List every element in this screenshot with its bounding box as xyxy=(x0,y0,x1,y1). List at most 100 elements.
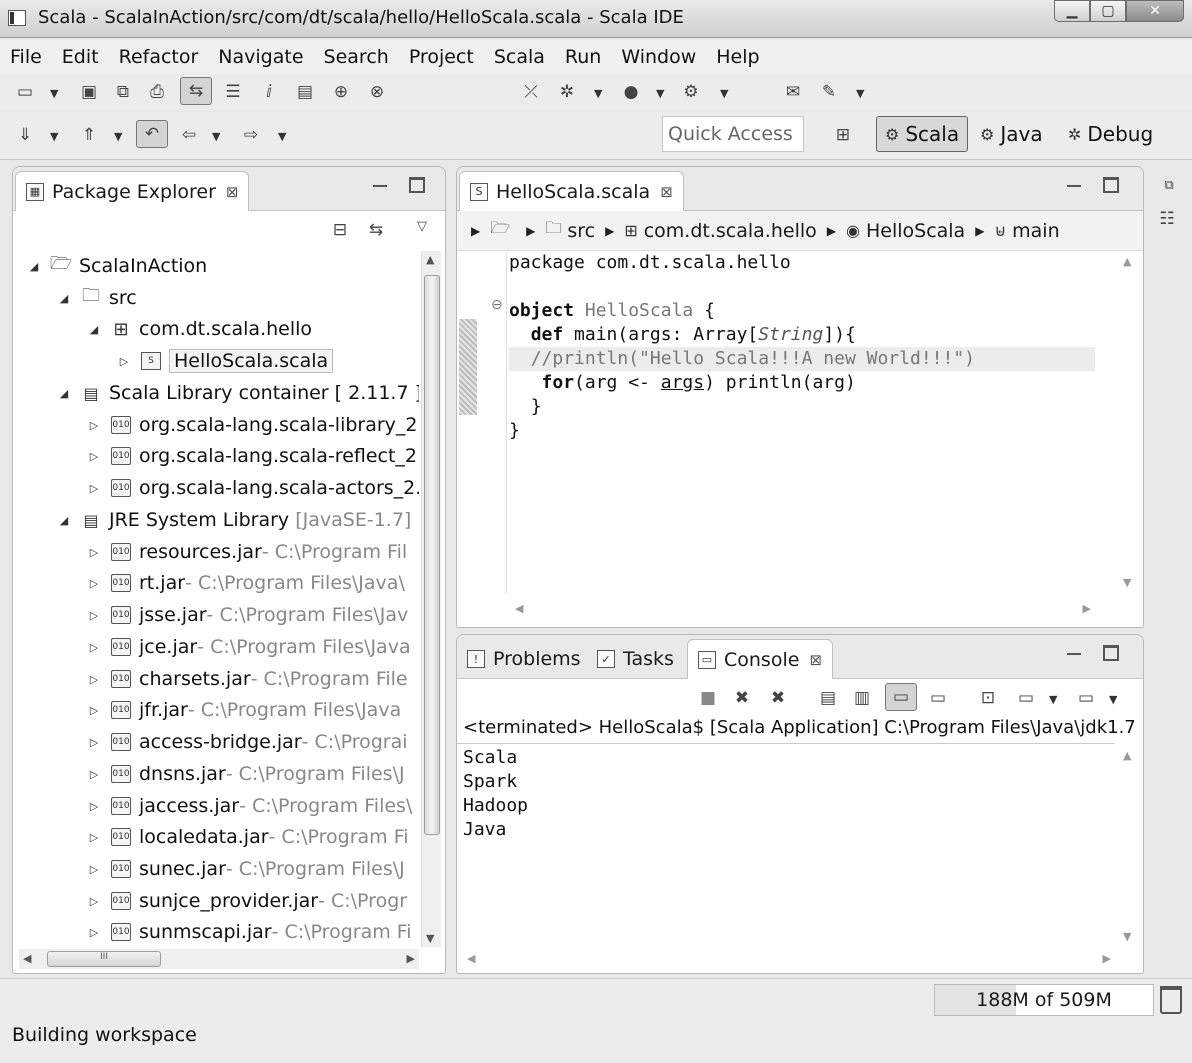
menu-edit[interactable]: Edit xyxy=(62,46,99,68)
search-dropdown-icon[interactable]: ▼ xyxy=(856,87,864,100)
back-dropdown-icon[interactable]: ▼ xyxy=(212,130,220,143)
tree-project[interactable]: ◢ 🗁 ScalaInAction xyxy=(27,251,207,281)
debug-icon[interactable]: ✲ xyxy=(556,81,578,103)
perspective-scala[interactable]: ⚙ Scala xyxy=(876,116,969,152)
collapsed-triangle-icon[interactable]: ▷ xyxy=(87,546,101,559)
last-edit-location-icon[interactable]: ↶ xyxy=(136,120,168,148)
forward-icon[interactable]: ⇨ xyxy=(240,124,262,146)
collapsed-triangle-icon[interactable]: ▷ xyxy=(87,895,101,908)
scroll-lock-icon[interactable]: ▥ xyxy=(851,687,873,709)
tree-jar[interactable]: ▷ 010 dnsns.jar - C:\Program Files\J xyxy=(87,759,405,789)
scroll-down-icon[interactable]: ▼ xyxy=(1123,576,1131,589)
close-button[interactable]: ✕ xyxy=(1126,0,1184,22)
expanded-triangle-icon[interactable]: ◢ xyxy=(57,387,71,400)
close-tab-icon[interactable]: ⊠ xyxy=(660,183,673,201)
run-icon[interactable]: ● xyxy=(620,81,642,103)
display-console-icon[interactable]: ▭ xyxy=(1015,687,1037,709)
tree-vertical-scrollbar[interactable]: ▲ ▼ xyxy=(421,251,441,947)
outline-icon[interactable]: ☷ xyxy=(1156,208,1178,230)
collapsed-triangle-icon[interactable]: ▷ xyxy=(87,482,101,495)
tree-jar[interactable]: ▷ 010 access-bridge.jar - C:\Prograi xyxy=(87,727,408,757)
scroll-right-icon[interactable]: ▶ xyxy=(1083,602,1091,615)
tree-scala-library[interactable]: ◢ ▤ Scala Library container [ 2.11.7 ] xyxy=(57,378,419,408)
display-console-dropdown-icon[interactable]: ▼ xyxy=(1049,693,1057,706)
breadcrumb-object[interactable]: HelloScala xyxy=(866,220,965,242)
toggle-breadcrumb-icon[interactable]: ☰ xyxy=(222,81,244,103)
console-output[interactable]: Scala Spark Hadoop Java xyxy=(457,743,1115,947)
collapsed-triangle-icon[interactable]: ▷ xyxy=(87,641,101,654)
tree-jar[interactable]: ▷ 010 jsse.jar - C:\Program Files\Jav xyxy=(87,600,409,630)
scroll-down-icon[interactable]: ▼ xyxy=(1123,930,1131,943)
show-on-stderr-icon[interactable]: ▭ xyxy=(927,687,949,709)
tree-jar[interactable]: ▷ 010 charsets.jar - C:\Program File xyxy=(87,664,408,694)
tree-jar[interactable]: ▷ 010 sunjce_provider.jar - C:\Progr xyxy=(87,886,407,916)
scroll-right-icon[interactable]: ▶ xyxy=(407,952,415,965)
tab-console[interactable]: ▭ Console ⊠ xyxy=(687,639,834,679)
expanded-triangle-icon[interactable]: ◢ xyxy=(27,260,41,273)
open-perspective-icon[interactable]: ⊞ xyxy=(832,124,854,146)
tree-package[interactable]: ◢ ⊞ com.dt.scala.hello xyxy=(87,314,312,344)
collapsed-triangle-icon[interactable]: ▷ xyxy=(87,704,101,717)
new-dropdown-icon[interactable]: ▼ xyxy=(50,87,58,100)
editor-vertical-scrollbar[interactable]: ▲ ▼ xyxy=(1119,251,1139,593)
collapsed-triangle-icon[interactable]: ▷ xyxy=(87,863,101,876)
pin-console-icon[interactable]: ⊡ xyxy=(977,687,999,709)
menu-navigate[interactable]: Navigate xyxy=(218,46,303,68)
link-with-editor-icon[interactable]: ⇆ xyxy=(365,219,387,241)
console-horizontal-scrollbar[interactable]: ◀ ▶ xyxy=(461,949,1115,969)
menu-run[interactable]: Run xyxy=(565,46,601,68)
collapsed-triangle-icon[interactable]: ▷ xyxy=(87,831,101,844)
collapsed-triangle-icon[interactable]: ▷ xyxy=(87,673,101,686)
tree-src[interactable]: ◢ 🗀 src xyxy=(57,283,137,313)
external-tools-dropdown-icon[interactable]: ▼ xyxy=(720,87,728,100)
close-tab-icon[interactable]: ⊠ xyxy=(226,183,239,201)
tree-hscroll-thumb[interactable]: III xyxy=(47,951,161,967)
collapsed-triangle-icon[interactable]: ▷ xyxy=(87,609,101,622)
scroll-up-icon[interactable]: ▲ xyxy=(1123,255,1131,268)
minimize-button[interactable]: ▁ xyxy=(1054,0,1090,22)
open-type-icon[interactable]: ✉ xyxy=(782,81,804,103)
console-vertical-scrollbar[interactable]: ▲ ▼ xyxy=(1119,745,1139,947)
breadcrumb-arrow-icon[interactable]: ▶ xyxy=(526,224,535,238)
previous-annotation-icon[interactable]: ⇑ xyxy=(78,124,100,146)
scroll-up-icon[interactable]: ▲ xyxy=(426,253,434,266)
perspective-debug[interactable]: ✲ Debug xyxy=(1068,116,1153,152)
open-console-dropdown-icon[interactable]: ▼ xyxy=(1109,693,1117,706)
menu-file[interactable]: File xyxy=(10,46,42,68)
print-icon[interactable]: ⎙ xyxy=(146,81,168,103)
expanded-triangle-icon[interactable]: ◢ xyxy=(57,514,71,527)
expanded-triangle-icon[interactable]: ◢ xyxy=(57,292,71,305)
tree-jar[interactable]: ▷ 010 org.scala-lang.scala-library_2. xyxy=(87,410,419,440)
tree-jar[interactable]: ▷ 010 jaccess.jar - C:\Program Files\ xyxy=(87,791,413,821)
collapsed-triangle-icon[interactable]: ▷ xyxy=(117,355,131,368)
block-selection-icon[interactable]: ⅈ xyxy=(258,81,280,103)
back-icon[interactable]: ⇦ xyxy=(178,124,200,146)
menu-help[interactable]: Help xyxy=(716,46,759,68)
remove-launch-icon[interactable]: ✖ xyxy=(731,687,753,709)
fold-icon[interactable]: ⊖ xyxy=(491,297,503,313)
close-tab-icon[interactable]: ⊠ xyxy=(809,651,822,669)
show-on-stdout-icon[interactable]: ▭ xyxy=(885,683,917,711)
new-scala-class-icon[interactable]: ⊗ xyxy=(366,81,388,103)
scroll-right-icon[interactable]: ▶ xyxy=(1103,952,1111,965)
tree-jar[interactable]: ▷ 010 resources.jar - C:\Program Fil xyxy=(87,537,407,567)
search-tool-icon[interactable]: ✎ xyxy=(818,81,840,103)
perspective-java[interactable]: ⚙ Java xyxy=(980,116,1043,152)
menu-search[interactable]: Search xyxy=(324,46,389,68)
collapsed-triangle-icon[interactable]: ▷ xyxy=(87,926,101,939)
scroll-down-icon[interactable]: ▼ xyxy=(426,932,434,945)
terminate-icon[interactable]: ■ xyxy=(697,687,719,709)
editor-ruler[interactable]: ⊖ xyxy=(457,251,507,593)
tab-package-explorer[interactable]: ▦ Package Explorer ⊠ xyxy=(15,171,250,211)
tree-file[interactable]: ▷ S HelloScala.scala xyxy=(117,346,334,376)
breadcrumb-arrow-icon[interactable]: ▶ xyxy=(827,224,836,238)
scroll-up-icon[interactable]: ▲ xyxy=(1123,749,1131,762)
menu-window[interactable]: Window xyxy=(621,46,696,68)
maximize-view-icon[interactable] xyxy=(1103,177,1119,193)
next-annotation-icon[interactable]: ⇓ xyxy=(14,124,36,146)
editor-horizontal-scrollbar[interactable]: ◀ ▶ xyxy=(509,599,1095,619)
quick-access-input[interactable]: Quick Access xyxy=(662,116,804,152)
collapsed-triangle-icon[interactable]: ▷ xyxy=(87,450,101,463)
tab-tasks[interactable]: ✓ Tasks xyxy=(587,639,684,679)
new-icon[interactable]: ▭ xyxy=(14,81,36,103)
